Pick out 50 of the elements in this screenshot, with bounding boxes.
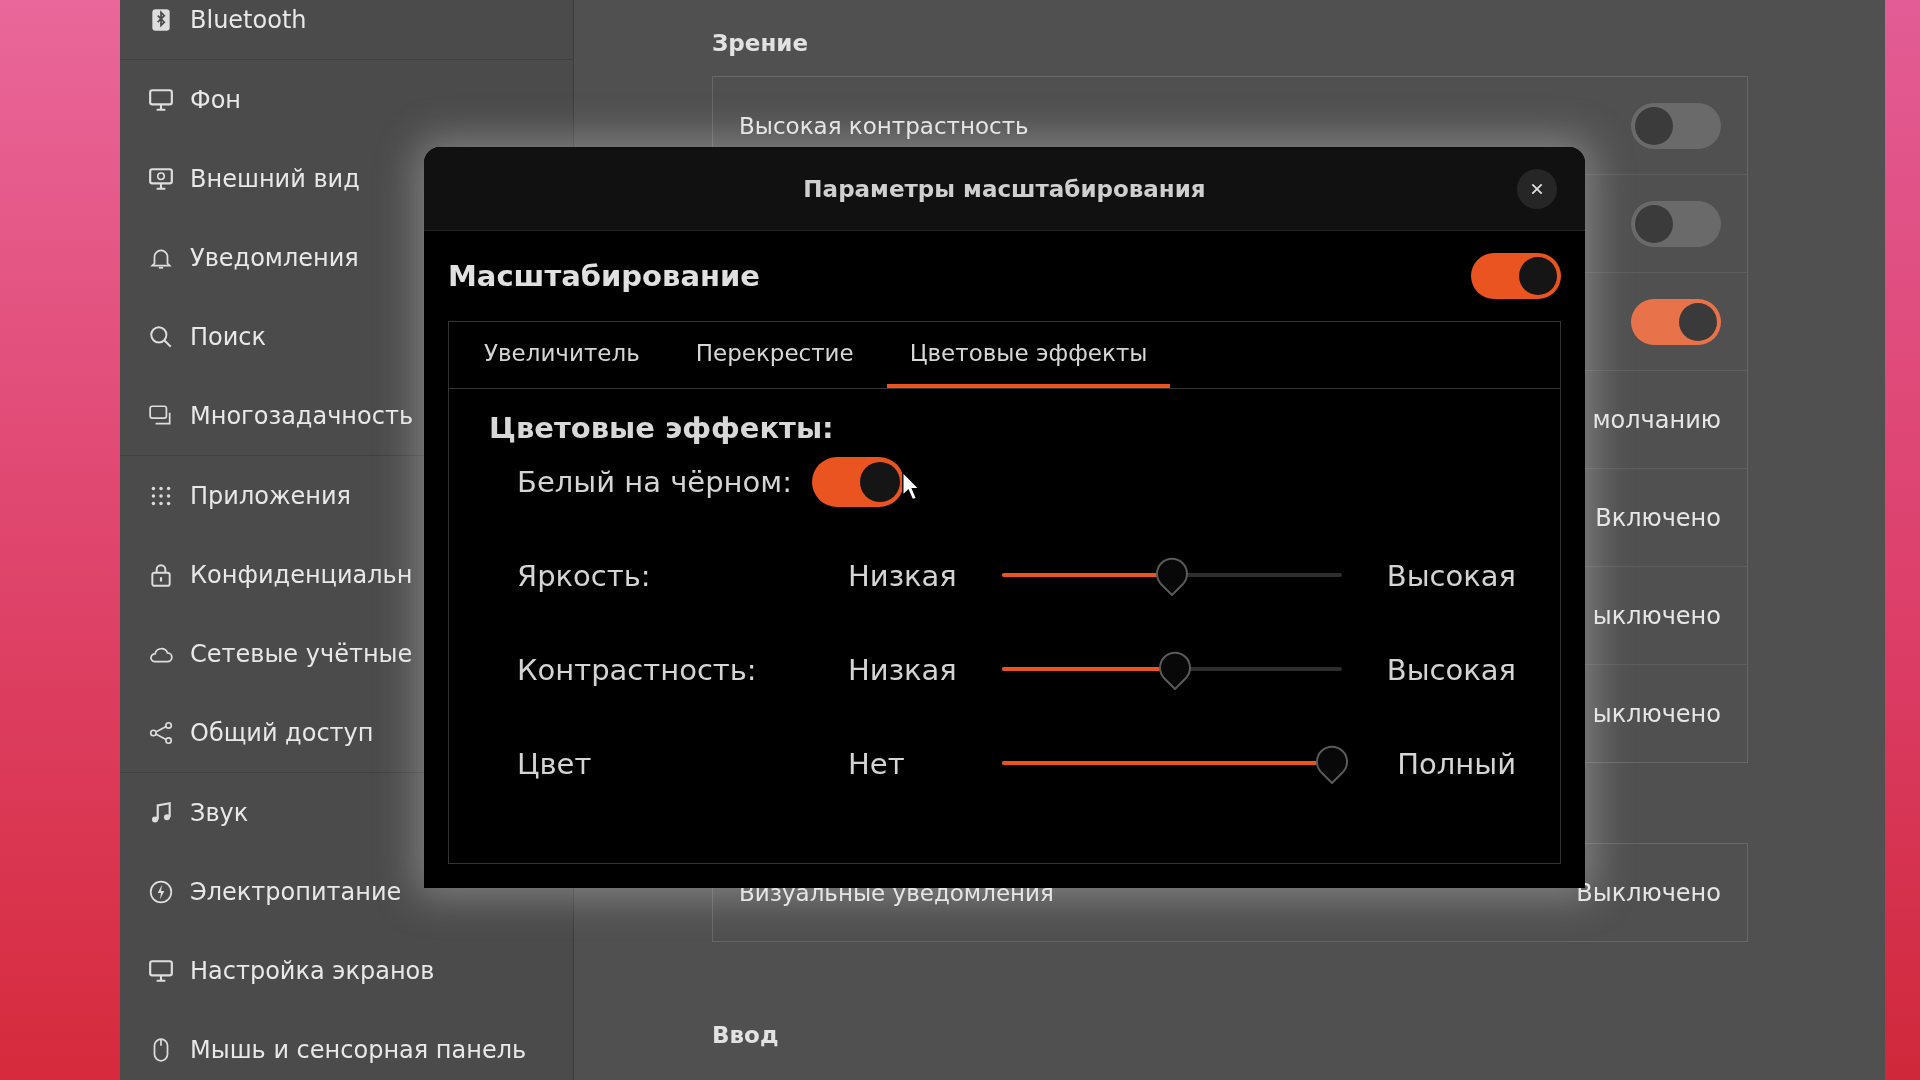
slider-min-label: Низкая — [848, 559, 957, 593]
window-title: Параметры масштабирования — [803, 175, 1206, 202]
slider-max-label: Высокая — [1386, 559, 1516, 593]
row-value: ыключено — [1592, 601, 1721, 630]
tab[interactable]: Перекрестие — [672, 322, 877, 388]
tab[interactable]: Цветовые эффекты — [886, 322, 1171, 388]
toggle-switch[interactable] — [1631, 102, 1721, 149]
row-label: Визуальные уведомления — [739, 879, 1054, 906]
row-value: молчанию — [1592, 405, 1721, 434]
group-heading: Цветовые эффекты: — [489, 411, 835, 445]
setting-label: Контрастность: — [517, 653, 758, 687]
share-icon — [148, 719, 174, 746]
sidebar-item[interactable]: Мышь и сенсорная панель — [120, 1010, 573, 1080]
toggle-switch[interactable] — [1631, 200, 1721, 247]
sidebar-item[interactable]: Настройка экранов — [120, 931, 573, 1010]
lock-icon — [148, 561, 174, 588]
setting-label: Цвет — [517, 747, 593, 781]
slider-thumb[interactable] — [1158, 650, 1193, 690]
close-button[interactable] — [1517, 169, 1557, 209]
slider-max-label: Полный — [1396, 747, 1516, 781]
slider-max-label: Высокая — [1386, 653, 1516, 687]
sidebar-item[interactable]: Внешний вид — [120, 139, 573, 218]
tab[interactable]: Увеличитель — [461, 322, 663, 388]
toggle-switch[interactable] — [811, 457, 904, 507]
monitor-icon — [148, 957, 174, 984]
close-icon — [1530, 182, 1544, 196]
monitor-icon — [148, 165, 174, 192]
setting-label: Белый на чёрном: — [517, 465, 792, 499]
monitor-icon — [148, 86, 174, 113]
row-value: Включено — [1595, 503, 1721, 532]
toggle-switch[interactable] — [1631, 298, 1721, 345]
slider-thumb[interactable] — [1154, 556, 1189, 596]
slider-thumb[interactable] — [1314, 744, 1349, 784]
row-value: ыключено — [1592, 699, 1721, 728]
sidebar-item[interactable]: Bluetooth — [120, 0, 573, 59]
sidebar-item[interactable]: Электропитание — [120, 852, 573, 931]
dialog-heading: Масштабирование — [448, 259, 760, 293]
slider-min-label: Нет — [848, 747, 906, 781]
settings-row[interactable]: Высокая контрастность — [713, 77, 1747, 174]
pointer-icon — [901, 471, 921, 501]
search-icon — [148, 323, 174, 350]
section-heading: Зрение — [712, 30, 809, 56]
toggle-switch[interactable] — [1471, 253, 1561, 299]
sidebar-item[interactable]: Фон — [120, 60, 573, 139]
section-heading: Ввод — [712, 1022, 780, 1048]
row-label: Высокая контрастность — [739, 112, 1029, 139]
setting-label: Яркость: — [517, 559, 652, 593]
power-icon — [148, 878, 174, 905]
row-value: Выключено — [1576, 878, 1721, 907]
slider-min-label: Низкая — [848, 653, 957, 687]
